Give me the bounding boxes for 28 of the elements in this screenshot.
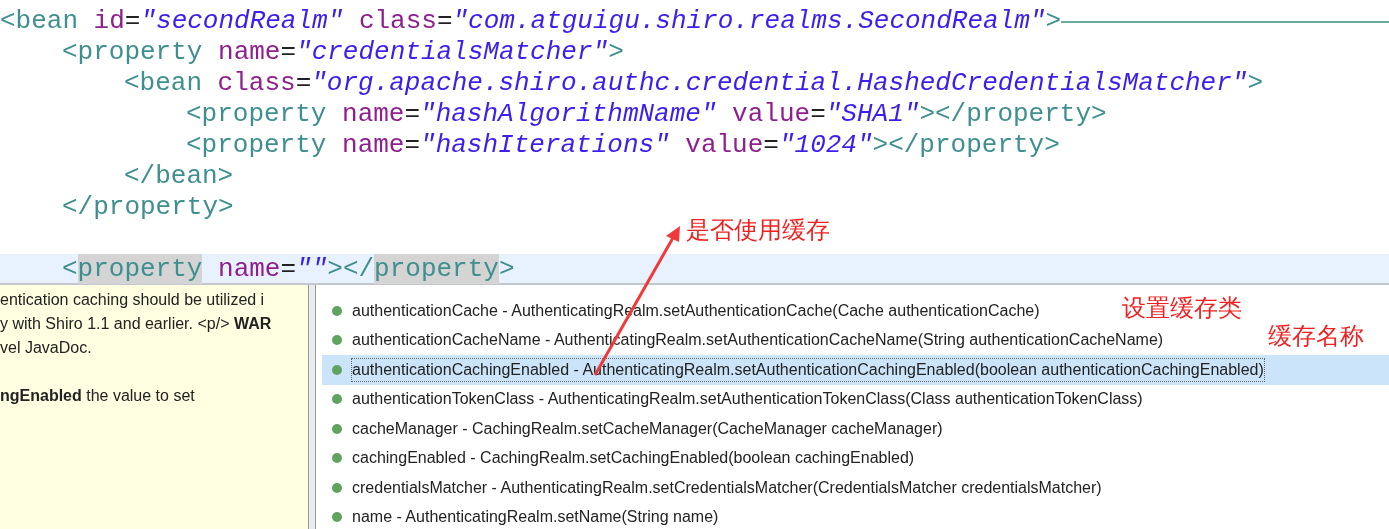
property-icon xyxy=(331,511,343,524)
annotation-text: 是否使用缓存 xyxy=(686,215,830,246)
property-icon xyxy=(331,452,343,465)
code-line: <bean class="org.apache.shiro.authc.credential.HashedCredentialsMatcher"> xyxy=(124,68,1263,99)
proposal-item[interactable]: cachingEnabled - CachingRealm.setCachingEnabled(boolean cachingEnabled) xyxy=(322,443,919,473)
property-icon xyxy=(331,304,343,317)
code-line: <property name=""></property> xyxy=(62,254,515,285)
proposal-item[interactable]: authenticationTokenClass - AuthenticatingRealm.setAuthenticationTokenClass(Class authenticationTokenClass) xyxy=(322,384,1147,414)
proposal-item[interactable]: credentialsMatcher - AuthenticatingRealm.setCredentialsMatcher(CredentialsMatcher credentialsMatcher) xyxy=(322,473,1106,503)
code-line: <property name="hashIterations" value="1024"></property> xyxy=(186,130,1060,161)
annotation-text: 缓存名称 xyxy=(1268,321,1364,352)
javadoc-text: y with Shiro 1.1 and earlier. <p/> WAR xyxy=(0,314,272,334)
code-line: </bean> xyxy=(124,161,234,192)
property-icon xyxy=(331,481,343,494)
property-icon xyxy=(331,363,343,376)
code-line: </property> xyxy=(62,192,234,223)
proposal-item[interactable]: cacheManager - CachingRealm.setCacheManager(CacheManager cacheManager) xyxy=(322,414,947,444)
code-line: <property name="credentialsMatcher"> xyxy=(62,37,624,68)
property-icon xyxy=(331,393,343,406)
javadoc-text: entication caching should be utilized i xyxy=(0,290,265,310)
property-icon xyxy=(331,422,343,435)
javadoc-text: vel JavaDoc. xyxy=(0,338,92,358)
annotation-text: 设置缓存类 xyxy=(1122,293,1242,324)
code-line: <property name="hashAlgorithmName" value="SHA1"></property> xyxy=(186,99,1107,130)
proposal-item[interactable]: name - AuthenticatingRealm.setName(String name) xyxy=(322,502,723,529)
code-line: <bean id="secondRealm" class="com.atguigu.shiro.realms.SecondRealm"> xyxy=(0,6,1062,37)
property-icon xyxy=(331,334,343,347)
javadoc-text: ngEnabled the value to set xyxy=(0,386,195,406)
